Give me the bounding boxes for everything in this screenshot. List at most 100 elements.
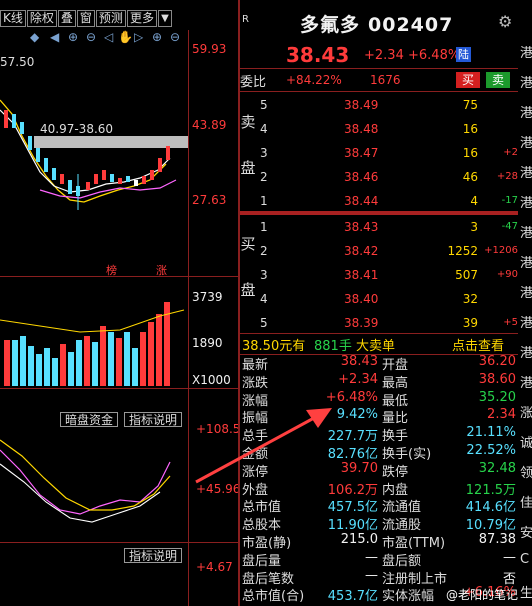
bid-level-4[interactable]: 4 38.40 32 bbox=[240, 288, 518, 310]
bid-level-5[interactable]: 5 38.39 39 +5 bbox=[240, 312, 518, 334]
level-price: 38.47 bbox=[344, 146, 379, 160]
stat-label: 市盈(TTM) bbox=[382, 536, 446, 551]
stat-label: 金额 bbox=[242, 447, 269, 462]
order-diff-value: 1676 bbox=[370, 73, 401, 87]
stat-value: 11.90亿 bbox=[327, 518, 378, 534]
level-num: 1 bbox=[260, 220, 268, 234]
ask-level-1[interactable]: 1 38.44 4 -17 bbox=[240, 190, 518, 212]
stat-value: 227.7万 bbox=[327, 429, 378, 445]
dark-pool-funds-button[interactable]: 暗盘资金 bbox=[60, 412, 119, 427]
stock-title: 多氟多 002407 bbox=[300, 10, 453, 37]
stat-label: 振幅 bbox=[242, 411, 269, 427]
level-delta: +1206 bbox=[484, 245, 518, 256]
tab-forecast[interactable]: 预测 bbox=[95, 10, 126, 27]
level-price: 38.43 bbox=[344, 220, 379, 234]
ma-line-yellow bbox=[0, 99, 167, 203]
buy-button[interactable]: 买 bbox=[456, 72, 480, 88]
side-list-char: 港 bbox=[520, 376, 532, 391]
stat-row: 最新 38.43 开盘 36.20 bbox=[240, 354, 518, 373]
stat-label: 换手(实) bbox=[382, 447, 432, 462]
level-delta: +2 bbox=[503, 147, 518, 158]
stat-value: 35.20 bbox=[478, 389, 516, 405]
stat-row: 涨跌 +2.34 最高 38.60 bbox=[240, 371, 518, 391]
side-list-char: 港 bbox=[520, 346, 532, 361]
watermark-text: @老阳的笔记 bbox=[446, 588, 519, 602]
big-trade-row: 38.50元有 881手 大卖单 点击查看 bbox=[240, 334, 518, 354]
view-details-link[interactable]: 点击查看 bbox=[452, 335, 504, 354]
tab-kline[interactable]: K线 bbox=[0, 10, 26, 27]
stat-value: 22.52% bbox=[466, 443, 516, 458]
sell-button[interactable]: 卖 bbox=[486, 72, 510, 88]
stat-label: 总股本 bbox=[242, 518, 282, 534]
side-list-char: 诚 bbox=[520, 436, 532, 451]
level-volume: 16 bbox=[462, 122, 478, 136]
level-price: 38.41 bbox=[344, 268, 379, 282]
stat-label: 盘后笔数 bbox=[242, 571, 295, 587]
range-note: 40.97-38.60 bbox=[40, 122, 114, 136]
stat-label: 最低 bbox=[382, 393, 409, 409]
level-price: 38.40 bbox=[344, 292, 379, 306]
chart-toolbar: K线 除权 叠 窗 预测 更多 ▼ bbox=[0, 10, 173, 27]
indicator-help-button-2[interactable]: 指标说明 bbox=[124, 548, 183, 563]
ask-level-5[interactable]: 5 38.49 75 bbox=[240, 94, 518, 116]
rights-logo: R bbox=[242, 14, 249, 25]
side-list-char: 领 bbox=[520, 466, 532, 481]
chevron-down-icon[interactable]: ▼ bbox=[157, 10, 172, 27]
level-delta: -47 bbox=[501, 221, 518, 232]
gear-icon[interactable]: ⚙ bbox=[498, 12, 512, 31]
level-num: 4 bbox=[260, 122, 268, 136]
axis-label: 59.93 bbox=[192, 42, 227, 56]
stat-label: 涨幅 bbox=[242, 393, 269, 409]
stat-label: 市盈(静) bbox=[242, 536, 292, 551]
level-num: 4 bbox=[260, 292, 268, 306]
bid-level-1[interactable]: 1 38.43 3 -47 bbox=[240, 216, 518, 238]
tab-exright[interactable]: 除权 bbox=[26, 10, 57, 27]
stat-value: 21.11% bbox=[466, 425, 516, 441]
side-list-char: 安 bbox=[520, 526, 532, 541]
stat-value: +2.34 bbox=[338, 371, 378, 387]
ask-book: 卖 盘 5 38.49 75 4 38.48 16 3 38.47 16 +2 … bbox=[240, 94, 518, 210]
level-num: 3 bbox=[260, 146, 268, 160]
side-list-char: C bbox=[520, 552, 530, 567]
level-num: 5 bbox=[260, 98, 268, 112]
ask-level-4[interactable]: 4 38.48 16 bbox=[240, 118, 518, 140]
ask-level-2[interactable]: 2 38.46 46 +28 bbox=[240, 166, 518, 188]
stat-label: 开盘 bbox=[382, 358, 409, 373]
stat-row: 涨停 39.70 跌停 32.48 bbox=[240, 461, 518, 480]
level-volume: 75 bbox=[462, 98, 478, 112]
indicator-help-button[interactable]: 指标说明 bbox=[124, 412, 183, 427]
level-num: 5 bbox=[260, 316, 268, 330]
tab-overlay[interactable]: 叠 bbox=[57, 10, 76, 27]
level-num: 2 bbox=[260, 170, 268, 184]
level-price: 38.46 bbox=[344, 170, 379, 184]
stat-value: — bbox=[365, 567, 378, 583]
stat-value: 36.20 bbox=[478, 354, 516, 369]
kline-chart-panel[interactable]: K线 除权 叠 窗 预测 更多 ▼ ◆ ◀ ⊕ ⊖ ◁ ✋ ▷ ⊕ ⊖ 57.5… bbox=[0, 0, 238, 606]
level-delta: -17 bbox=[501, 195, 518, 206]
stat-row: 涨幅 +6.48% 最低 35.20 bbox=[240, 389, 518, 409]
volume-bars bbox=[0, 302, 185, 386]
pane-divider bbox=[0, 542, 238, 543]
bid-level-3[interactable]: 3 38.41 507 +90 bbox=[240, 264, 518, 286]
stat-row: 总市值 457.5亿 流通值 414.6亿 bbox=[240, 496, 518, 515]
stat-label: 最高 bbox=[382, 375, 409, 391]
side-list-char: 港 bbox=[520, 136, 532, 151]
tab-more[interactable]: 更多 bbox=[126, 10, 157, 27]
level-delta: +28 bbox=[496, 171, 518, 182]
ask-level-3[interactable]: 3 38.47 16 +2 bbox=[240, 142, 518, 164]
bid-level-2[interactable]: 2 38.42 1252 +1206 bbox=[240, 240, 518, 262]
price-box: 38.43 +2.34 +6.48% 陆 bbox=[240, 40, 518, 67]
divider bbox=[240, 68, 518, 69]
stat-label: 量比 bbox=[382, 411, 409, 427]
pane-divider bbox=[0, 388, 238, 389]
level-price: 38.44 bbox=[344, 194, 379, 208]
level-volume: 507 bbox=[455, 268, 478, 282]
stat-value: 82.76亿 bbox=[327, 447, 378, 462]
stat-label: 总市值(合) bbox=[242, 589, 305, 605]
order-ratio-label: 委比 bbox=[240, 75, 267, 90]
axis-label: +4.67 bbox=[196, 560, 233, 574]
order-ratio-row: 委比 +84.22% 1676 买 卖 bbox=[240, 70, 518, 90]
tab-window[interactable]: 窗 bbox=[76, 10, 95, 27]
level-volume: 39 bbox=[462, 316, 478, 330]
stat-label: 总手 bbox=[242, 429, 269, 445]
